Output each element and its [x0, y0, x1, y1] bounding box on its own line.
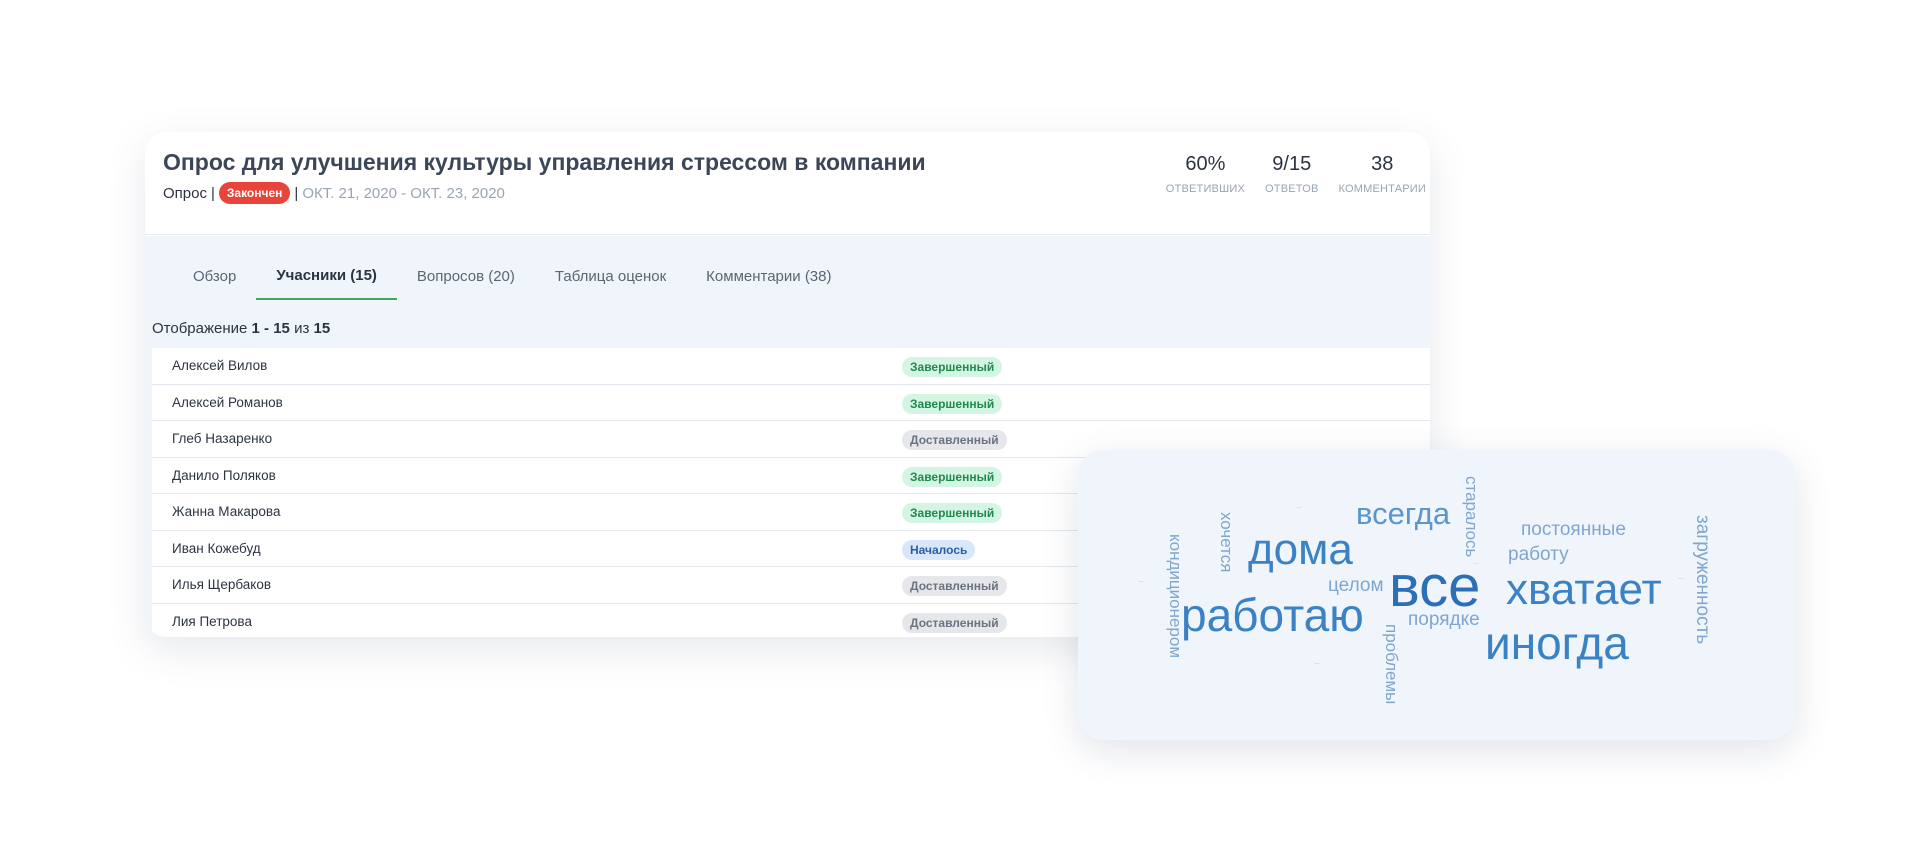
tab-participants[interactable]: Учасники (15)	[256, 252, 397, 300]
table-row[interactable]: Алексей Романов Завершенный	[152, 385, 1430, 421]
status-badge: Завершенный	[902, 503, 1003, 523]
survey-header: Опрос для улучшения культуры управления …	[145, 132, 1430, 235]
tab-bar: Обзор Учасники (15) Вопросов (20) Таблиц…	[173, 252, 852, 300]
participant-name: Алексей Романов	[172, 394, 283, 410]
showing-of: из	[289, 320, 314, 337]
tab-overview[interactable]: Обзор	[173, 252, 256, 300]
status-badge: Началось	[902, 539, 976, 560]
filler-word: …	[1598, 600, 1604, 606]
stat-value: 9/15	[1272, 153, 1312, 175]
word-want: хочется	[1217, 512, 1236, 573]
participant-name: Иван Кожебуд	[172, 540, 261, 556]
tab-comments[interactable]: Комментарии (38)	[686, 252, 851, 300]
status-badge: Завершенный	[902, 357, 1003, 377]
pagination-summary: Отображение 1 - 15 из 15	[152, 320, 330, 337]
stat-comments: 38 КОММЕНТАРИИ	[1339, 152, 1427, 195]
survey-type: Опрос	[163, 184, 207, 202]
status-badge: Завершенный	[902, 466, 1003, 487]
status-badge: Доставленный	[902, 612, 1007, 633]
showing-prefix: Отображение	[152, 320, 252, 337]
word-cloud-card: все работаю дома хватает иногда всегда з…	[1078, 450, 1795, 740]
word-enough: хватает	[1506, 565, 1662, 614]
participant-name: Илья Щербаков	[172, 577, 272, 592]
participant-name: Глеб Назаренко	[172, 431, 273, 446]
showing-total: 15	[313, 320, 331, 337]
survey-dates: ОКТ. 21, 2020 - ОКТ. 23, 2020	[302, 184, 505, 202]
filler-word: …	[1678, 575, 1684, 581]
survey-title: Опрос для улучшения культуры управления …	[163, 149, 926, 175]
word-always: всегда	[1356, 496, 1451, 531]
word-all: все	[1389, 554, 1481, 619]
status-badge: Доставленный	[902, 576, 1007, 596]
word-order: порядке	[1408, 609, 1480, 630]
stat-value: 60%	[1185, 153, 1226, 175]
table-row[interactable]: Алексей Вилов Завершенный	[152, 348, 1430, 385]
status-badge: Закончен	[218, 182, 291, 204]
filler-word: …	[1296, 504, 1302, 510]
stat-value: 38	[1371, 153, 1394, 175]
survey-meta: Опрос | Закончен | ОКТ. 21, 2020 - ОКТ. …	[163, 182, 505, 204]
participant-name: Алексей Вилов	[172, 358, 268, 373]
status-badge: Завершенный	[902, 393, 1003, 414]
stat-label: ОТВЕТОВ	[1265, 183, 1319, 195]
word-constant: постоянные	[1521, 519, 1626, 540]
participant-name: Данило Поляков	[172, 467, 276, 483]
participant-name: Жанна Макарова	[172, 504, 281, 519]
word-workload: загруженность	[1692, 515, 1713, 645]
divider: |	[294, 184, 299, 202]
participant-name: Лия Петрова	[172, 613, 252, 629]
survey-stats: 60% ОТВЕТИВШИХ 9/15 ОТВЕТОВ 38 КОММЕНТАР…	[1146, 152, 1426, 195]
filler-word: …	[1473, 560, 1479, 566]
divider: |	[210, 184, 215, 202]
stat-answers: 9/15 ОТВЕТОВ	[1265, 152, 1318, 195]
word-sometimes: иногда	[1485, 617, 1629, 669]
stat-label: КОММЕНТАРИИ	[1338, 183, 1426, 195]
tab-questions[interactable]: Вопросов (20)	[397, 252, 535, 300]
word-work-from: работаю	[1181, 589, 1364, 641]
word-problems: проблемы	[1382, 624, 1401, 705]
word-tried: старалось	[1462, 476, 1481, 558]
status-badge: Доставленный	[902, 430, 1007, 450]
word-job: работу	[1508, 544, 1569, 565]
word-home: дома	[1248, 525, 1353, 574]
filler-word: …	[1314, 660, 1320, 666]
tab-scores[interactable]: Таблица оценок	[535, 252, 686, 300]
stat-respondents: 60% ОТВЕТИВШИХ	[1166, 152, 1245, 195]
showing-range: 1 - 15	[251, 320, 290, 337]
word-air-conditioner: кондиционером	[1166, 534, 1185, 659]
word-overall: целом	[1328, 575, 1384, 596]
stat-label: ОТВЕТИВШИХ	[1165, 183, 1246, 195]
filler-word: …	[1138, 578, 1144, 584]
